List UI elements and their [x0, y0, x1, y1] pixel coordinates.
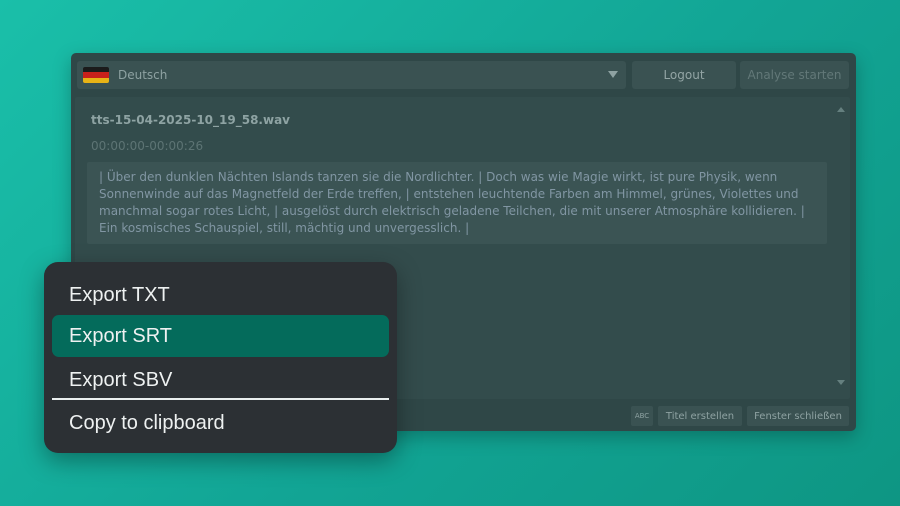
chevron-down-icon[interactable] — [608, 71, 618, 78]
logout-button[interactable]: Logout — [632, 61, 736, 89]
create-title-button[interactable]: Titel erstellen — [658, 406, 742, 426]
time-range: 00:00:00-00:00:26 — [91, 139, 204, 153]
spellcheck-button[interactable]: ABC — [631, 406, 653, 426]
scroll-up-icon[interactable] — [837, 107, 845, 112]
menu-separator — [52, 398, 389, 400]
scroll-down-icon[interactable] — [837, 380, 845, 385]
analyse-button[interactable]: Analyse starten — [740, 61, 849, 89]
close-window-button[interactable]: Fenster schließen — [747, 406, 849, 426]
menu-item-export-sbv[interactable]: Export SBV — [52, 359, 389, 401]
transcript-text: | Über den dunklen Nächten Islands tanze… — [99, 170, 805, 235]
file-name: tts-15-04-2025-10_19_58.wav — [91, 113, 290, 127]
transcript-box[interactable]: | Über den dunklen Nächten Islands tanze… — [87, 162, 827, 244]
abc-icon: ABC — [634, 412, 650, 420]
germany-flag-icon — [83, 67, 109, 83]
language-select[interactable]: Deutsch — [77, 61, 626, 89]
language-label: Deutsch — [118, 68, 168, 82]
menu-item-export-txt[interactable]: Export TXT — [52, 274, 389, 316]
export-context-menu: Export TXT Export SRT Export SBV Copy to… — [44, 262, 397, 453]
menu-item-export-srt[interactable]: Export SRT — [52, 315, 389, 357]
menu-item-copy-clipboard[interactable]: Copy to clipboard — [52, 402, 389, 444]
toolbar: Deutsch Logout Analyse starten — [71, 53, 856, 97]
